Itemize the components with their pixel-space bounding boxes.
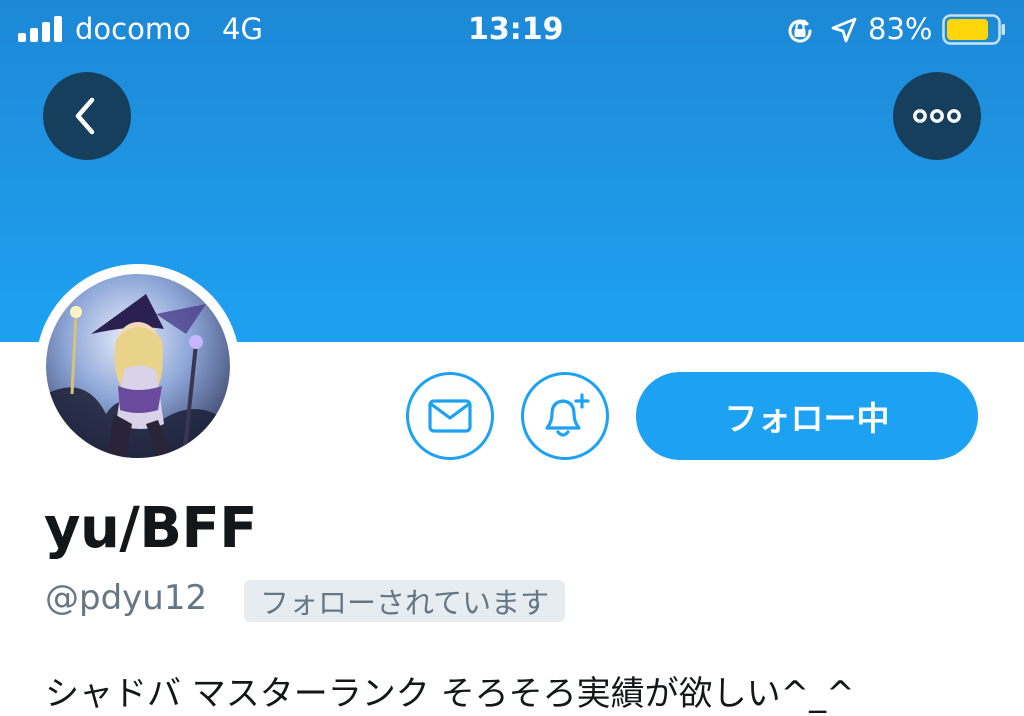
envelope-icon	[428, 399, 472, 433]
network-type: 4G	[222, 12, 263, 46]
rotation-lock-icon	[788, 19, 812, 43]
battery-icon	[942, 14, 1005, 45]
username: @pdyu12	[45, 578, 208, 618]
follows-you-badge: フォローされています	[244, 580, 566, 622]
battery-percent: 83%	[868, 12, 933, 46]
carrier-name: docomo	[75, 12, 191, 46]
signal-icon	[18, 16, 64, 42]
chevron-left-icon	[75, 97, 95, 135]
ellipsis-icon	[913, 109, 961, 123]
avatar-image	[46, 274, 230, 458]
bell-plus-icon	[545, 393, 590, 437]
following-button[interactable]: フォロー中	[636, 372, 978, 460]
profile-screen: docomo 4G 13:19 83% フォロー中 yu/BFF @pdyu12…	[0, 0, 1024, 716]
location-icon	[831, 17, 857, 43]
message-button[interactable]	[406, 372, 494, 460]
display-name: yu/BFF	[44, 496, 258, 561]
avatar[interactable]	[36, 264, 240, 468]
clock: 13:19	[468, 12, 564, 47]
status-bar: docomo 4G 13:19 83%	[0, 0, 1024, 60]
notifications-button[interactable]	[521, 372, 609, 460]
back-button[interactable]	[43, 72, 131, 160]
profile-bio: シャドバ マスターランク そろそろ実績が欲しい^_^	[45, 674, 855, 714]
more-options-button[interactable]	[893, 72, 981, 160]
